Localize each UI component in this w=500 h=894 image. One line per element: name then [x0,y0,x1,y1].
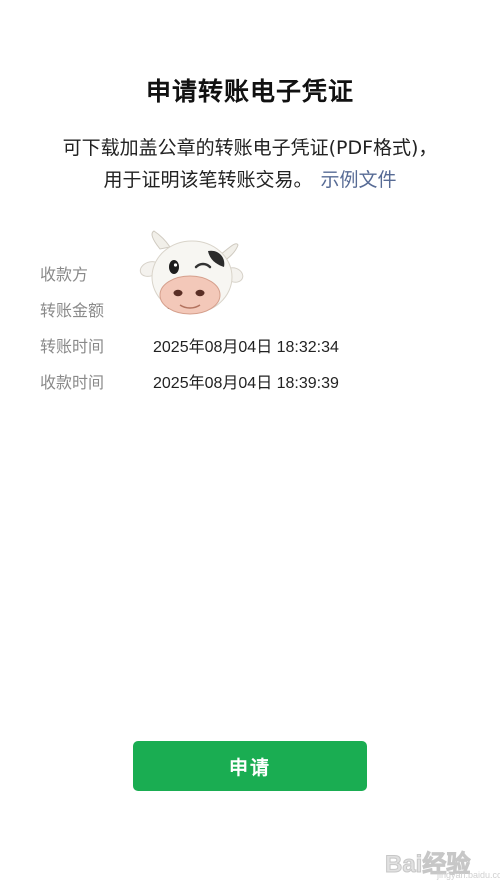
sample-file-link[interactable]: 示例文件 [321,169,397,191]
receive-time-label: 收款时间 [40,373,105,392]
transfer-time-row: 转账时间 2025年08月04日 18:32:34 [40,327,460,363]
receive-time-row: 收款时间 2025年08月04日 18:39:39 [40,363,460,399]
transfer-time-label: 转账时间 [40,337,105,356]
payee-label: 收款方 [40,265,89,284]
cow-avatar-icon [138,225,244,331]
transfer-time-value: 2025年08月04日 18:32:34 [153,339,339,356]
page-title: 申请转账电子凭证 [145,77,354,106]
amount-row: 转账金额 [40,291,460,327]
description-text: 用于证明该笔转账交易。 [103,169,313,191]
description: 可下载加盖公章的转账电子凭证(PDF格式)， 用于证明该笔转账交易。 示例文件 [20,132,480,196]
description-line-1: 可下载加盖公章的转账电子凭证(PDF格式)， [62,137,438,159]
description-line-2: 用于证明该笔转账交易。 示例文件 [20,164,480,196]
transfer-details: 收款方 转账金额 转账时间 2025年08月04日 18:32:34 收款时间 … [40,255,460,399]
payee-row: 收款方 [40,255,460,291]
baidu-jingyan-watermark: Bai经验 jingyan.baidu.com [384,840,500,888]
receive-time-value: 2025年08月04日 18:39:39 [153,375,339,392]
apply-button[interactable]: 申请 [133,741,367,791]
amount-label: 转账金额 [40,301,105,320]
watermark-subtext: jingyan.baidu.com [437,870,500,880]
